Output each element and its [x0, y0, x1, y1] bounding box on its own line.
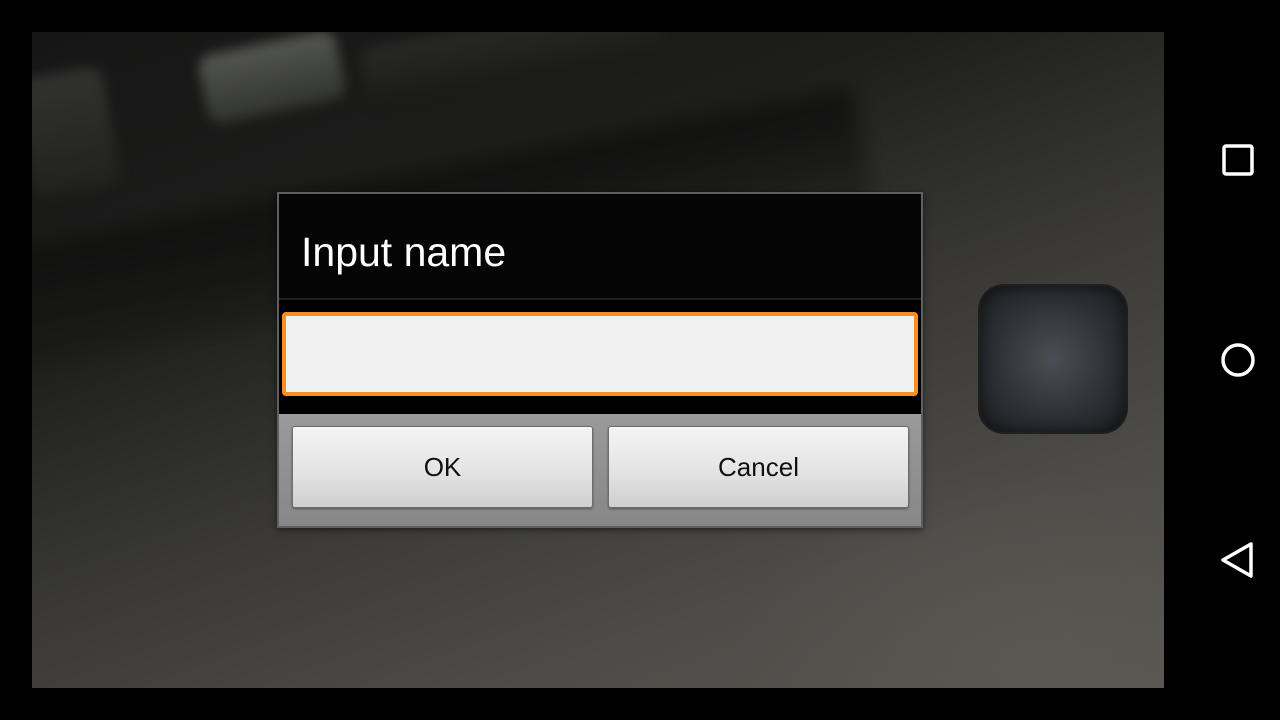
shutter-button[interactable] [978, 284, 1128, 434]
square-icon [1222, 144, 1254, 176]
dialog-title: Input name [301, 229, 507, 275]
blurred-keyboard-key [196, 32, 348, 126]
input-name-dialog: Input name OK Cancel [277, 192, 923, 528]
triangle-back-icon [1221, 542, 1253, 578]
dialog-body [279, 300, 921, 414]
blurred-keyboard-key [32, 65, 122, 199]
ok-button[interactable]: OK [292, 426, 593, 508]
home-button[interactable] [1214, 336, 1262, 384]
blurred-keyboard-key [359, 32, 665, 108]
recent-apps-button[interactable] [1214, 136, 1262, 184]
cancel-button[interactable]: Cancel [608, 426, 909, 508]
dialog-button-bar: OK Cancel [279, 414, 921, 526]
dialog-title-bar: Input name [279, 194, 921, 300]
back-button[interactable] [1214, 536, 1262, 584]
circle-icon [1221, 343, 1255, 377]
name-input[interactable] [282, 312, 918, 396]
camera-screen: Input name OK Cancel [0, 0, 1280, 720]
navigation-bar [1196, 0, 1280, 720]
